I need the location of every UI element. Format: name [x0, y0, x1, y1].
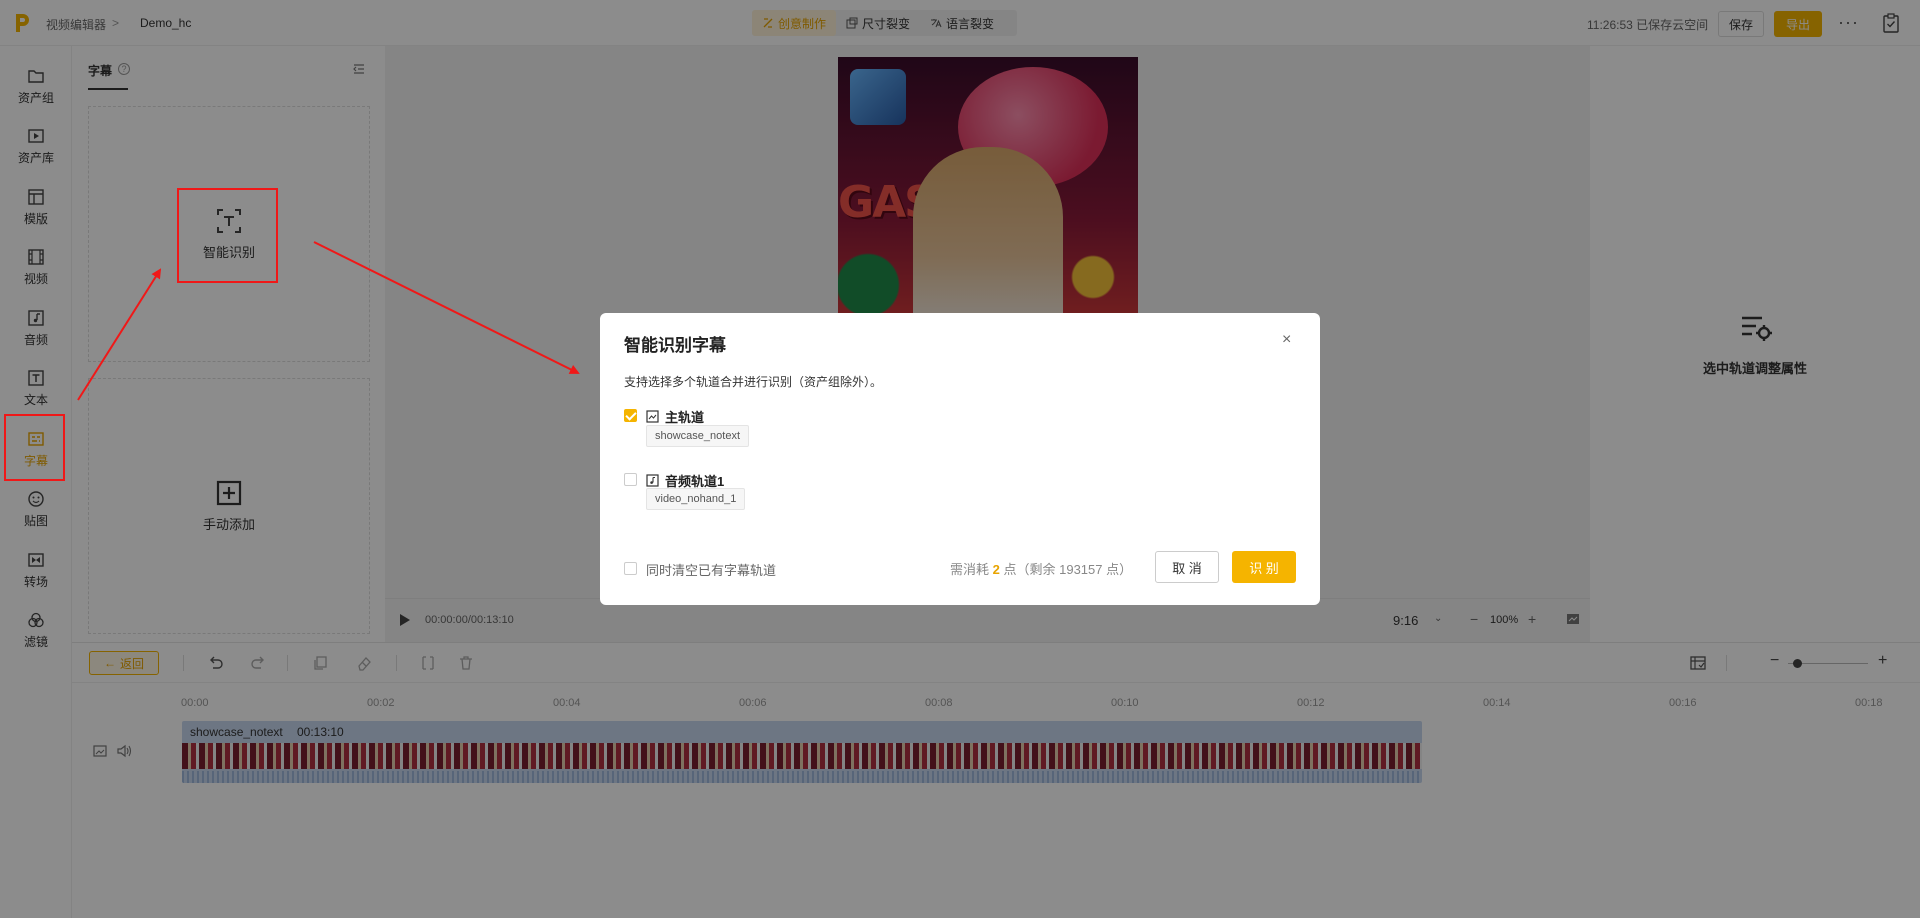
annotation-box-subtitle: [4, 414, 65, 481]
cancel-button[interactable]: 取 消: [1155, 551, 1219, 583]
cost-info: 需消耗 2 点（剩余 193157 点）: [950, 559, 1132, 578]
audio-track-clip-chip: video_nohand_1: [646, 488, 746, 510]
audio-track-checkbox[interactable]: [624, 473, 637, 486]
video-track-icon: [646, 410, 659, 423]
audio-track-icon: [646, 474, 659, 487]
clear-subtitles-label[interactable]: 同时清空已有字幕轨道: [646, 560, 776, 579]
main-track-clip-chip: showcase_notext: [646, 425, 749, 447]
smart-subtitle-dialog: 智能识别字幕 × 支持选择多个轨道合并进行识别（资产组除外）。 主轨道 show…: [600, 313, 1320, 605]
recognize-button[interactable]: 识 别: [1232, 551, 1296, 583]
cost-points: 2: [992, 562, 1000, 577]
main-track-checkbox[interactable]: [624, 409, 637, 422]
clear-subtitles-checkbox[interactable]: [624, 562, 637, 575]
close-icon[interactable]: ×: [1282, 331, 1291, 349]
main-track-label: 主轨道: [665, 410, 705, 425]
dialog-description: 支持选择多个轨道合并进行识别（资产组除外）。: [624, 375, 883, 389]
cost-suffix: 点（剩余 193157 点）: [1003, 562, 1133, 577]
main-track-option[interactable]: 主轨道: [646, 407, 704, 426]
cost-prefix: 需消耗: [950, 562, 990, 577]
dialog-title: 智能识别字幕: [624, 336, 726, 355]
annotation-box-smart: [177, 188, 278, 283]
